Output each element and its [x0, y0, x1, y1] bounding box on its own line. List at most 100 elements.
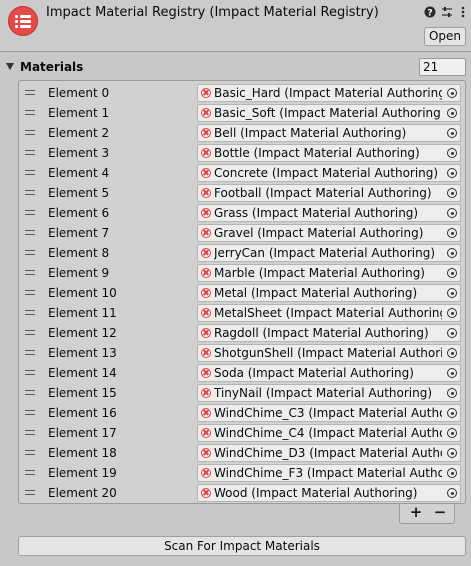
object-field[interactable]: Bottle (Impact Material Authoring): [197, 144, 461, 162]
materials-count-field[interactable]: 21: [419, 58, 466, 76]
object-field[interactable]: Basic_Soft (Impact Material Authoring): [197, 104, 461, 122]
drag-handle-icon[interactable]: [25, 350, 35, 355]
drag-handle-icon[interactable]: [25, 430, 35, 435]
list-item[interactable]: Element 10 Metal (Impact Material Authori…: [19, 283, 465, 303]
object-field[interactable]: Grass (Impact Material Authoring): [197, 204, 461, 222]
drag-handle-icon[interactable]: [25, 490, 35, 495]
object-field[interactable]: Basic_Hard (Impact Material Authoring): [197, 84, 461, 102]
list-item[interactable]: Element 1 Basic_Soft (Impact Material Aut…: [19, 103, 465, 123]
object-picker-icon[interactable]: [447, 128, 457, 138]
drag-handle-icon[interactable]: [25, 110, 35, 115]
drag-handle-icon[interactable]: [25, 230, 35, 235]
missing-reference-icon: [201, 208, 211, 218]
object-picker-icon[interactable]: [447, 388, 457, 398]
more-options-icon[interactable]: [457, 6, 469, 18]
object-picker-icon[interactable]: [447, 168, 457, 178]
list-item[interactable]: Element 13 ShotgunShell (Impact Material …: [19, 343, 465, 363]
list-item[interactable]: Element 11 MetalSheet (Impact Material Au…: [19, 303, 465, 323]
object-field[interactable]: Gravel (Impact Material Authoring): [197, 224, 461, 242]
foldout-arrow-icon[interactable]: [6, 63, 14, 70]
element-label: Element 19: [48, 466, 117, 480]
object-picker-icon[interactable]: [447, 328, 457, 338]
drag-handle-icon[interactable]: [25, 450, 35, 455]
object-picker-icon[interactable]: [447, 448, 457, 458]
list-item[interactable]: Element 9 Marble (Impact Material Authori…: [19, 263, 465, 283]
object-picker-icon[interactable]: [447, 228, 457, 238]
object-picker-icon[interactable]: [447, 308, 457, 318]
list-item[interactable]: Element 15 TinyNail (Impact Material Auth…: [19, 383, 465, 403]
object-field[interactable]: ShotgunShell (Impact Material Authoring): [197, 344, 461, 362]
object-picker-icon[interactable]: [447, 488, 457, 498]
settings-sliders-icon[interactable]: [441, 6, 453, 18]
object-field[interactable]: WindChime_F3 (Impact Material Authoring): [197, 464, 461, 482]
drag-handle-icon[interactable]: [25, 410, 35, 415]
object-field[interactable]: Metal (Impact Material Authoring): [197, 284, 461, 302]
object-picker-icon[interactable]: [447, 108, 457, 118]
drag-handle-icon[interactable]: [25, 470, 35, 475]
drag-handle-icon[interactable]: [25, 330, 35, 335]
list-item[interactable]: Element 2 Bell (Impact Material Authoring…: [19, 123, 465, 143]
object-field[interactable]: Concrete (Impact Material Authoring): [197, 164, 461, 182]
list-item[interactable]: Element 19 WindChime_F3 (Impact Material …: [19, 463, 465, 483]
list-item[interactable]: Element 18 WindChime_D3 (Impact Material …: [19, 443, 465, 463]
object-picker-icon[interactable]: [447, 268, 457, 278]
drag-handle-icon[interactable]: [25, 150, 35, 155]
list-item[interactable]: Element 3 Bottle (Impact Material Authori…: [19, 143, 465, 163]
object-picker-icon[interactable]: [447, 248, 457, 258]
object-picker-icon[interactable]: [447, 288, 457, 298]
object-field[interactable]: WindChime_C4 (Impact Material Authoring): [197, 424, 461, 442]
drag-handle-icon[interactable]: [25, 290, 35, 295]
list-item[interactable]: Element 12 Ragdoll (Impact Material Autho…: [19, 323, 465, 343]
object-field[interactable]: TinyNail (Impact Material Authoring): [197, 384, 461, 402]
drag-handle-icon[interactable]: [25, 170, 35, 175]
drag-handle-icon[interactable]: [25, 270, 35, 275]
list-item[interactable]: Element 20 Wood (Impact Material Authorin…: [19, 483, 465, 503]
drag-handle-icon[interactable]: [25, 190, 35, 195]
object-picker-icon[interactable]: [447, 348, 457, 358]
list-item[interactable]: Element 16 WindChime_C3 (Impact Material …: [19, 403, 465, 423]
missing-reference-icon: [201, 348, 211, 358]
drag-handle-icon[interactable]: [25, 210, 35, 215]
object-field[interactable]: Football (Impact Material Authoring): [197, 184, 461, 202]
list-item[interactable]: Element 0 Basic_Hard (Impact Material Aut…: [19, 83, 465, 103]
drag-handle-icon[interactable]: [25, 130, 35, 135]
help-icon[interactable]: ?: [424, 6, 436, 19]
object-field[interactable]: JerryCan (Impact Material Authoring): [197, 244, 461, 262]
object-field[interactable]: Soda (Impact Material Authoring): [197, 364, 461, 382]
drag-handle-icon[interactable]: [25, 310, 35, 315]
drag-handle-icon[interactable]: [25, 390, 35, 395]
list-item[interactable]: Element 8 JerryCan (Impact Material Autho…: [19, 243, 465, 263]
object-picker-icon[interactable]: [447, 428, 457, 438]
drag-handle-icon[interactable]: [25, 370, 35, 375]
open-button[interactable]: Open: [424, 27, 466, 46]
drag-handle-icon[interactable]: [25, 250, 35, 255]
object-field[interactable]: Marble (Impact Material Authoring): [197, 264, 461, 282]
element-label: Element 20: [48, 486, 117, 500]
object-picker-icon[interactable]: [447, 148, 457, 158]
object-picker-icon[interactable]: [447, 208, 457, 218]
object-field[interactable]: WindChime_C3 (Impact Material Authoring): [197, 404, 461, 422]
list-item[interactable]: Element 4 Concrete (Impact Material Autho…: [19, 163, 465, 183]
list-item[interactable]: Element 6 Grass (Impact Material Authorin…: [19, 203, 465, 223]
object-field[interactable]: MetalSheet (Impact Material Authoring): [197, 304, 461, 322]
list-item[interactable]: Element 17 WindChime_C4 (Impact Material …: [19, 423, 465, 443]
object-field[interactable]: WindChime_D3 (Impact Material Authoring): [197, 444, 461, 462]
missing-reference-icon: [201, 288, 211, 298]
scan-for-impact-materials-button[interactable]: Scan For Impact Materials: [18, 536, 466, 556]
object-picker-icon[interactable]: [447, 88, 457, 98]
materials-foldout[interactable]: Materials 21: [0, 58, 471, 78]
object-picker-icon[interactable]: [447, 368, 457, 378]
element-label: Element 3: [48, 146, 110, 160]
list-item[interactable]: Element 14 Soda (Impact Material Authorin…: [19, 363, 465, 383]
object-picker-icon[interactable]: [447, 408, 457, 418]
add-element-button[interactable]: +: [404, 504, 428, 522]
object-picker-icon[interactable]: [447, 468, 457, 478]
drag-handle-icon[interactable]: [25, 90, 35, 95]
list-item[interactable]: Element 7 Gravel (Impact Material Authori…: [19, 223, 465, 243]
list-item[interactable]: Element 5 Football (Impact Material Autho…: [19, 183, 465, 203]
object-field[interactable]: Wood (Impact Material Authoring): [197, 484, 461, 502]
object-picker-icon[interactable]: [447, 188, 457, 198]
object-field[interactable]: Ragdoll (Impact Material Authoring): [197, 324, 461, 342]
object-field[interactable]: Bell (Impact Material Authoring): [197, 124, 461, 142]
remove-element-button[interactable]: −: [428, 504, 452, 522]
